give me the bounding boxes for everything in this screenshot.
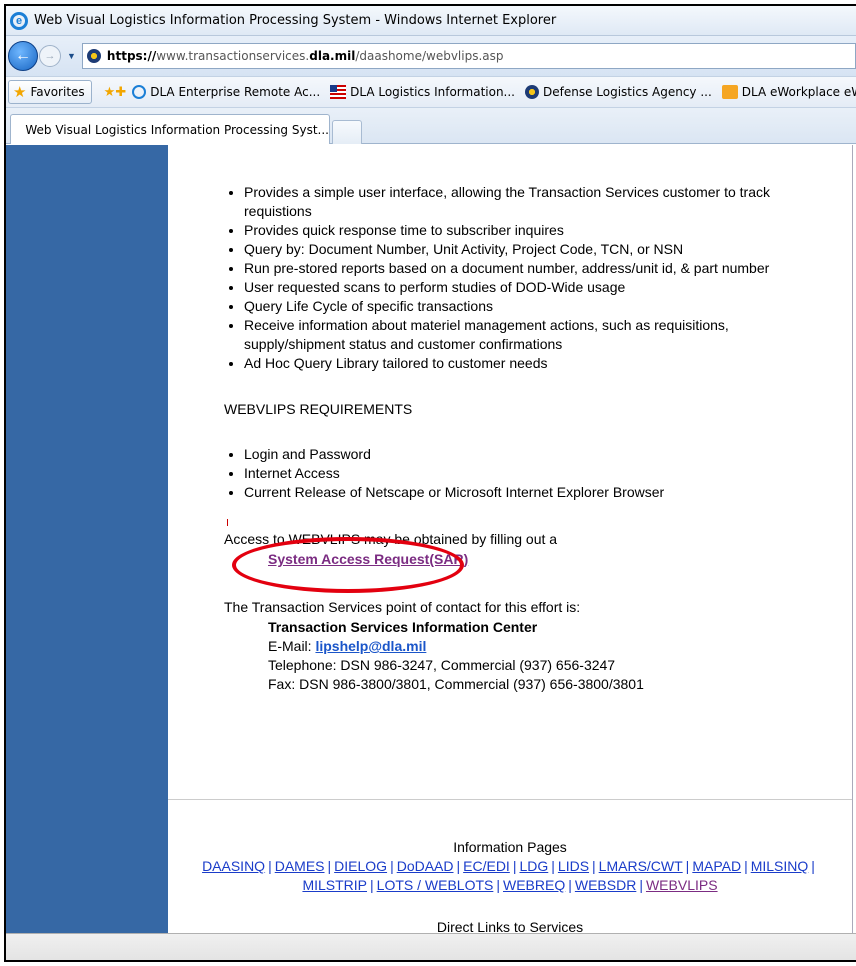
info-link-ec-edi[interactable]: EC/EDI <box>463 858 510 874</box>
page-content: Provides a simple user interface, allowi… <box>6 145 856 933</box>
favorite-link-label: DLA Enterprise Remote Ac... <box>150 85 321 99</box>
ie-icon <box>132 85 147 99</box>
favorite-link-defense-logistics[interactable]: Defense Logistics Agency ... <box>525 85 712 99</box>
info-link-milsinq[interactable]: MILSINQ <box>751 858 809 874</box>
left-sidebar <box>6 145 168 933</box>
window-title: Web Visual Logistics Information Process… <box>34 13 557 28</box>
info-link-webreq[interactable]: WEBREQ <box>503 877 565 893</box>
content-border <box>852 145 853 933</box>
list-item: Provides a simple user interface, allowi… <box>244 183 786 221</box>
tab-row: Web Visual Logistics Information Process… <box>6 108 856 144</box>
contact-email: E-Mail: lipshelp@dla.mil <box>268 637 426 656</box>
footer-divider <box>168 799 852 800</box>
list-item: Login and Password <box>244 445 786 464</box>
point-of-contact-intro: The Transaction Services point of contac… <box>224 599 581 615</box>
favorites-label: Favorites <box>30 85 85 99</box>
info-link-dielog[interactable]: DIELOG <box>334 858 387 874</box>
add-to-favorites-icon[interactable]: ★✚ <box>104 85 127 100</box>
info-link-daasinq[interactable]: DAASINQ <box>202 858 265 874</box>
contact-name: Transaction Services Information Center <box>268 619 538 635</box>
recent-pages-dropdown-icon[interactable]: ▼ <box>67 51 76 61</box>
direct-links-title: Direct Links to Services <box>436 919 584 933</box>
info-link-dodaad[interactable]: DoDAAD <box>397 858 454 874</box>
flag-icon <box>330 85 347 99</box>
favorites-bar: ★ Favorites ★✚ DLA Enterprise Remote Ac.… <box>6 76 856 108</box>
new-tab-button[interactable] <box>332 120 362 144</box>
url-host-domain: dla.mil <box>309 49 356 63</box>
tab-label: Web Visual Logistics Information Process… <box>25 122 329 137</box>
contact-fax: Fax: DSN 986-3800/3801, Commercial (937)… <box>268 676 644 692</box>
title-bar: e Web Visual Logistics Information Proce… <box>6 6 856 36</box>
forward-button[interactable]: → <box>39 45 61 67</box>
info-link-milstrip[interactable]: MILSTRIP <box>302 877 367 893</box>
main-content: Provides a simple user interface, allowi… <box>168 145 852 933</box>
seal-icon <box>525 85 539 99</box>
contact-telephone: Telephone: DSN 986-3247, Commercial (937… <box>268 657 616 673</box>
features-list: Provides a simple user interface, allowi… <box>226 183 786 373</box>
favorites-button[interactable]: ★ Favorites <box>8 80 92 104</box>
email-label: E-Mail: <box>268 638 316 654</box>
list-item: Current Release of Netscape or Microsoft… <box>244 483 786 502</box>
url-host-prefix: www.transactionservices. <box>156 49 310 63</box>
info-link-lids[interactable]: LIDS <box>558 858 589 874</box>
info-link-dames[interactable]: DAMES <box>275 858 325 874</box>
info-link-lmars-cwt[interactable]: LMARS/CWT <box>599 858 683 874</box>
favorite-link-dla-logistics[interactable]: DLA Logistics Information... <box>330 85 515 99</box>
tab-webvlips[interactable]: Web Visual Logistics Information Process… <box>10 114 330 144</box>
site-favicon-icon <box>86 49 101 63</box>
back-button[interactable]: ← <box>8 41 38 71</box>
info-link-webvlips[interactable]: WEBVLIPS <box>646 877 718 893</box>
annotation-mark <box>227 519 228 526</box>
favorite-link-label: Defense Logistics Agency ... <box>543 85 712 99</box>
favorite-link-label: DLA eWorkplace eWorkpl <box>741 85 856 99</box>
information-links-row-1: DAASINQ | DAMES | DIELOG | DoDAAD | EC/EDI | LDG | L… <box>202 858 815 874</box>
favorite-link-eworkplace[interactable]: DLA eWorkplace eWorkpl <box>721 85 856 99</box>
list-item: Run pre-stored reports based on a docume… <box>244 259 786 278</box>
url-scheme: https:// <box>106 49 157 63</box>
favorites-star-icon: ★ <box>13 83 27 101</box>
list-item: Query Life Cycle of specific transaction… <box>244 297 786 316</box>
info-link-ldg[interactable]: LDG <box>519 858 548 874</box>
address-input[interactable]: https://www.transactionservices. dla.mil /… <box>81 43 856 69</box>
info-link-websdr[interactable]: WEBSDR <box>575 877 636 893</box>
list-item: Query by: Document Number, Unit Activity… <box>244 240 786 259</box>
list-item: Provides quick response time to subscrib… <box>244 221 786 240</box>
info-link-lots-weblots[interactable]: LOTS / WEBLOTS <box>377 877 494 893</box>
eworkplace-icon <box>721 85 738 99</box>
email-link[interactable]: lipshelp@dla.mil <box>315 638 426 654</box>
information-pages-title: Information Pages <box>453 839 567 855</box>
requirements-heading: WEBVLIPS REQUIREMENTS <box>224 401 413 417</box>
favorite-link-label: DLA Logistics Information... <box>350 85 515 99</box>
url-path: /daashome/webvlips.asp <box>355 49 504 63</box>
list-item: Internet Access <box>244 464 786 483</box>
requirements-list: Login and Password Internet Access Curre… <box>226 445 786 502</box>
list-item: Ad Hoc Query Library tailored to custome… <box>244 354 786 373</box>
list-item: Receive information about materiel manag… <box>244 316 786 354</box>
annotation-highlight-ellipse <box>232 537 464 593</box>
info-link-mapad[interactable]: MAPAD <box>692 858 741 874</box>
favorite-link-dla-enterprise[interactable]: DLA Enterprise Remote Ac... <box>132 85 320 99</box>
status-bar <box>6 933 856 960</box>
internet-explorer-icon: e <box>10 11 28 30</box>
address-bar-row: ← → ▼ https://www.transactionservices. dl… <box>6 36 856 76</box>
browser-window: e Web Visual Logistics Information Proce… <box>4 4 856 962</box>
list-item: User requested scans to perform studies … <box>244 278 786 297</box>
information-links-row-2: MILSTRIP | LOTS / WEBLOTS | WEBREQ | WEBSDR | WE… <box>302 877 718 893</box>
